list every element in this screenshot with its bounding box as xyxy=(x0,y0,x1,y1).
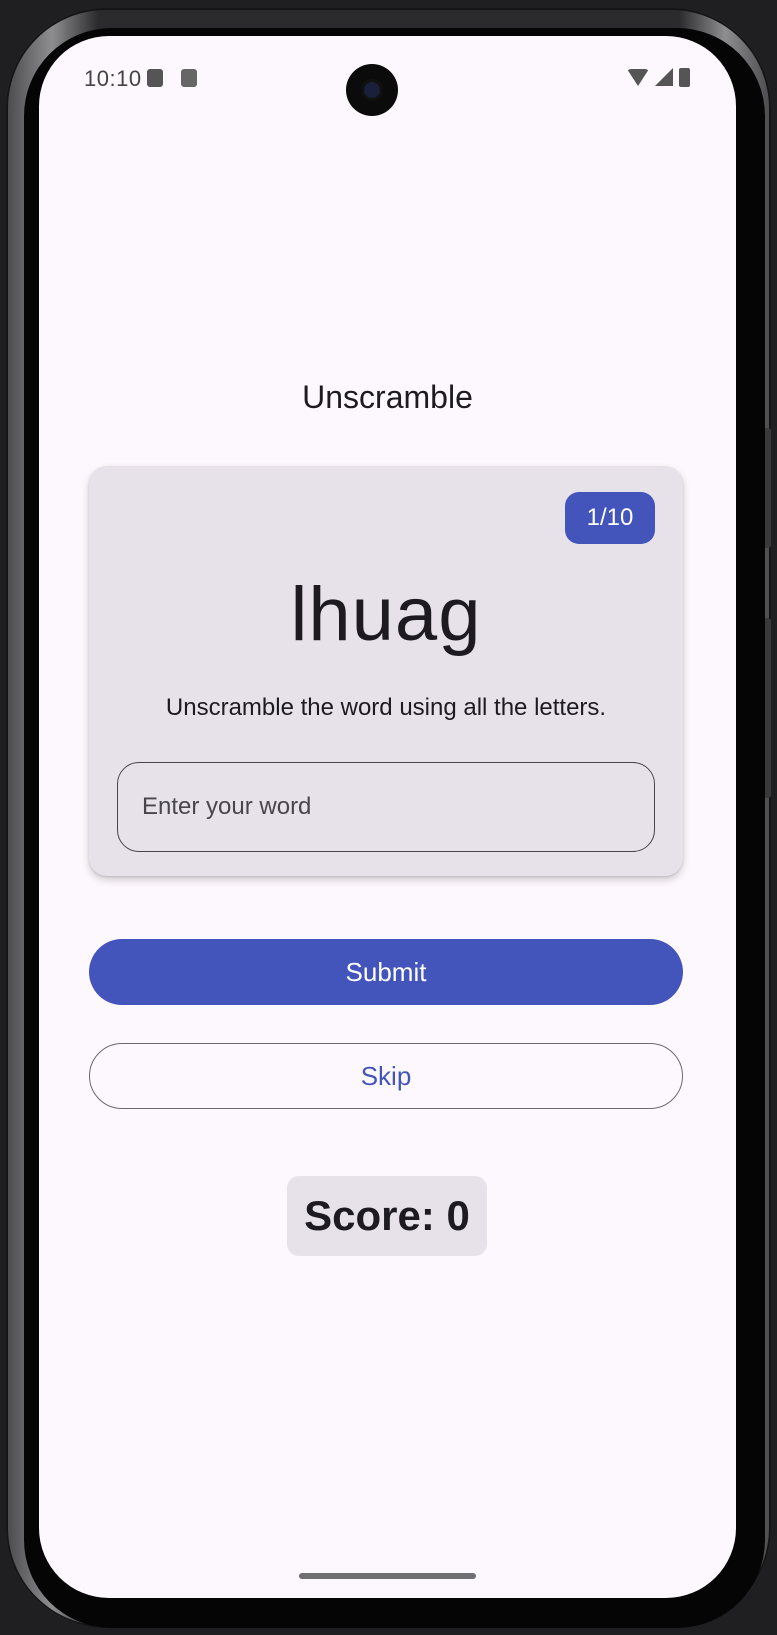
battery-icon xyxy=(679,67,690,87)
submit-button[interactable]: Submit xyxy=(89,939,683,1005)
wifi-icon xyxy=(627,68,649,86)
status-time: 10:10 xyxy=(84,66,142,91)
notification-icon xyxy=(181,69,197,87)
word-input[interactable] xyxy=(117,762,655,852)
home-indicator[interactable] xyxy=(299,1573,476,1579)
status-bar: 10:10 xyxy=(39,36,736,116)
instructions-text: Unscramble the word using all the letter… xyxy=(165,694,607,721)
status-indicators xyxy=(627,67,690,87)
scrambled-word: lhuag xyxy=(290,572,482,657)
skip-button[interactable]: Skip xyxy=(89,1043,683,1109)
front-camera xyxy=(346,64,398,116)
score-display: Score: 0 xyxy=(287,1176,487,1256)
app-screen: 10:10 Unscramble 1/10 lhuag Unscramble t… xyxy=(39,36,736,1598)
game-card: 1/10 lhuag Unscramble the word using all… xyxy=(89,466,683,876)
sd-card-icon xyxy=(147,69,163,87)
app-title: Unscramble xyxy=(302,379,473,415)
word-count-badge: 1/10 xyxy=(565,492,655,544)
signal-icon xyxy=(655,68,673,86)
